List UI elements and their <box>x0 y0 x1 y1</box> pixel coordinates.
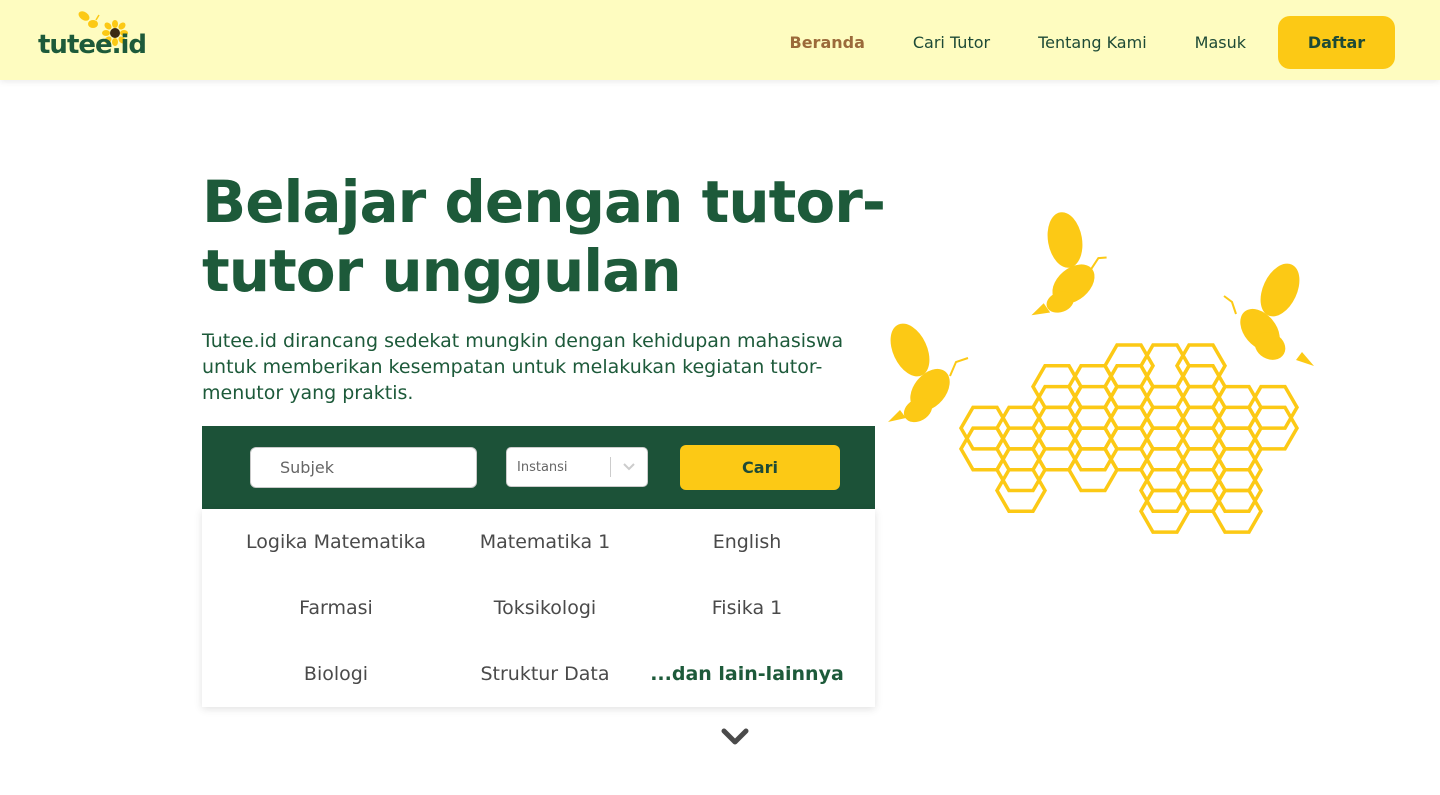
nav-item-cari-tutor[interactable]: Cari Tutor <box>913 33 990 52</box>
hero-description: Tutee.id dirancang sedekat mungkin denga… <box>202 330 844 404</box>
subject-item[interactable]: Farmasi <box>226 597 446 619</box>
institution-select[interactable]: Instansi <box>506 447 648 487</box>
signup-button[interactable]: Daftar <box>1278 16 1395 69</box>
bee-icon <box>888 323 969 423</box>
subject-item[interactable]: Fisika 1 <box>637 597 857 619</box>
institution-select-placeholder: Instansi <box>517 459 568 475</box>
bee-icon <box>1223 263 1314 366</box>
brand-logo[interactable]: tutee.id <box>38 10 147 62</box>
popular-subjects-card: Logika Matematika Matematika 1 English F… <box>202 509 875 707</box>
subject-item[interactable]: Matematika 1 <box>435 531 655 553</box>
nav-links: Beranda Cari Tutor Tentang Kami Masuk Da… <box>742 16 1395 69</box>
subject-item[interactable]: Logika Matematika <box>226 531 446 553</box>
scroll-down-chevron-icon[interactable] <box>720 726 750 748</box>
subject-item[interactable]: Toksikologi <box>435 597 655 619</box>
subject-input[interactable] <box>250 447 477 488</box>
nav-item-tentang-kami[interactable]: Tentang Kami <box>1038 33 1147 52</box>
nav-item-masuk[interactable]: Masuk <box>1195 33 1246 52</box>
search-button[interactable]: Cari <box>680 445 840 490</box>
chevron-down-icon[interactable] <box>611 448 647 486</box>
more-subjects-link[interactable]: ...dan lain-lainnya <box>637 663 857 685</box>
nav-item-beranda[interactable]: Beranda <box>790 33 865 52</box>
subject-item[interactable]: Struktur Data <box>435 663 655 685</box>
subject-item[interactable]: English <box>637 531 857 553</box>
honeycomb-icon <box>958 343 1300 534</box>
honeycomb-illustration <box>888 212 1314 534</box>
bee-icon <box>1031 212 1107 316</box>
subject-item[interactable]: Biologi <box>226 663 446 685</box>
logo-text: tutee.id <box>38 30 147 60</box>
bee-icon <box>78 11 100 28</box>
hero-title: Belajar dengan tutor-tutor unggulan <box>202 168 886 305</box>
navbar: tutee.id Beranda Cari Tutor Tentang Kami… <box>0 0 1440 80</box>
search-panel: Instansi Cari <box>202 426 875 509</box>
